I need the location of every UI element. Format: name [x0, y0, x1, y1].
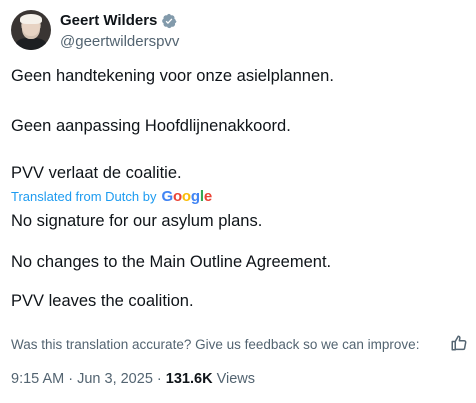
avatar-suit	[15, 38, 47, 50]
tweet-date[interactable]: Jun 3, 2025	[77, 371, 153, 387]
tweet-time[interactable]: 9:15 AM	[11, 371, 64, 387]
views-label: Views	[212, 371, 255, 387]
original-line-3: PVV verlaat de coalitie.	[11, 164, 182, 182]
author-avatar[interactable]	[11, 10, 51, 50]
author-handle[interactable]: @geertwilderspvv	[60, 32, 179, 51]
translation-feedback-prompt: Was this translation accurate? Give us f…	[11, 337, 420, 352]
tweet-meta: 9:15 AM · Jun 3, 2025 · 131.6K Views	[11, 370, 255, 388]
original-line-1: Geen handtekening voor onze asielplannen…	[11, 67, 334, 85]
author-name-row: Geert Wilders	[60, 11, 177, 30]
translated-line-3: PVV leaves the coalition.	[11, 292, 194, 310]
avatar-hair	[20, 14, 42, 24]
verified-badge-icon	[162, 13, 177, 28]
translated-line-2: No changes to the Main Outline Agreement…	[11, 253, 332, 271]
views-count: 131.6K	[165, 371, 213, 387]
translation-attribution[interactable]: Translated from Dutch by Google	[11, 189, 212, 205]
meta-separator-1: ·	[64, 371, 78, 387]
translated-from-label: Translated from Dutch by	[11, 189, 157, 204]
google-logo: Google	[161, 188, 212, 205]
meta-separator-2: ·	[152, 371, 166, 387]
translated-line-1: No signature for our asylum plans.	[11, 212, 263, 230]
thumbs-up-icon[interactable]	[450, 334, 468, 352]
original-line-2: Geen aanpassing Hoofdlijnenakkoord.	[11, 117, 291, 135]
author-display-name[interactable]: Geert Wilders	[60, 11, 157, 30]
